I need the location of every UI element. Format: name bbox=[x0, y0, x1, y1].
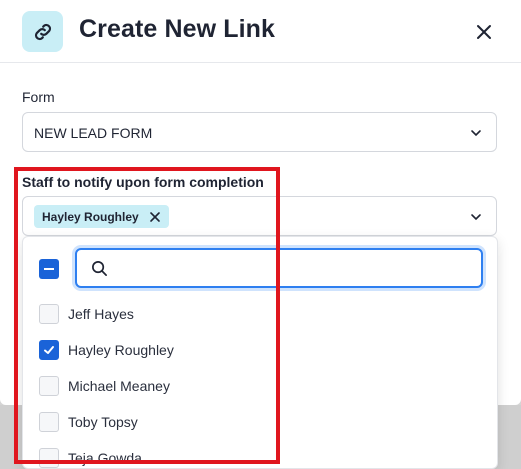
link-icon bbox=[22, 11, 63, 52]
checked-checkbox[interactable] bbox=[39, 340, 59, 360]
staff-select[interactable]: Hayley Roughley bbox=[22, 196, 497, 236]
staff-label: Staff to notify upon form completion bbox=[22, 174, 264, 190]
staff-option[interactable]: Hayley Roughley bbox=[39, 338, 479, 362]
select-all-checkbox[interactable] bbox=[39, 259, 59, 279]
checkbox[interactable] bbox=[39, 448, 59, 468]
staff-option[interactable]: Teja Gowda bbox=[39, 446, 479, 468]
staff-option[interactable]: Jeff Hayes bbox=[39, 302, 479, 326]
remove-tag-icon[interactable] bbox=[149, 211, 161, 223]
chevron-down-icon bbox=[471, 214, 481, 221]
staff-option-label: Michael Meaney bbox=[68, 378, 170, 394]
modal-title: Create New Link bbox=[79, 15, 276, 43]
form-select-value: NEW LEAD FORM bbox=[34, 125, 153, 141]
chevron-down-icon bbox=[471, 130, 481, 137]
search-input[interactable] bbox=[117, 256, 467, 280]
staff-option[interactable]: Michael Meaney bbox=[39, 374, 479, 398]
staff-option-label: Toby Topsy bbox=[68, 414, 138, 430]
staff-option-label: Teja Gowda bbox=[68, 450, 142, 466]
selected-staff-tag: Hayley Roughley bbox=[34, 205, 169, 228]
checkbox[interactable] bbox=[39, 304, 59, 324]
form-select[interactable]: NEW LEAD FORM bbox=[22, 112, 497, 152]
staff-option[interactable]: Toby Topsy bbox=[39, 410, 479, 434]
search-box bbox=[75, 248, 483, 288]
modal-header: Create New Link bbox=[0, 0, 521, 63]
checkbox[interactable] bbox=[39, 412, 59, 432]
search-icon bbox=[92, 261, 107, 276]
staff-option-label: Hayley Roughley bbox=[68, 342, 174, 358]
checkbox[interactable] bbox=[39, 376, 59, 396]
close-icon[interactable] bbox=[470, 18, 498, 46]
form-label: Form bbox=[22, 89, 55, 105]
staff-option-label: Jeff Hayes bbox=[68, 306, 134, 322]
tag-label: Hayley Roughley bbox=[42, 209, 139, 224]
staff-dropdown: Jeff Hayes Hayley Roughley Michael Meaney T… bbox=[22, 236, 498, 469]
